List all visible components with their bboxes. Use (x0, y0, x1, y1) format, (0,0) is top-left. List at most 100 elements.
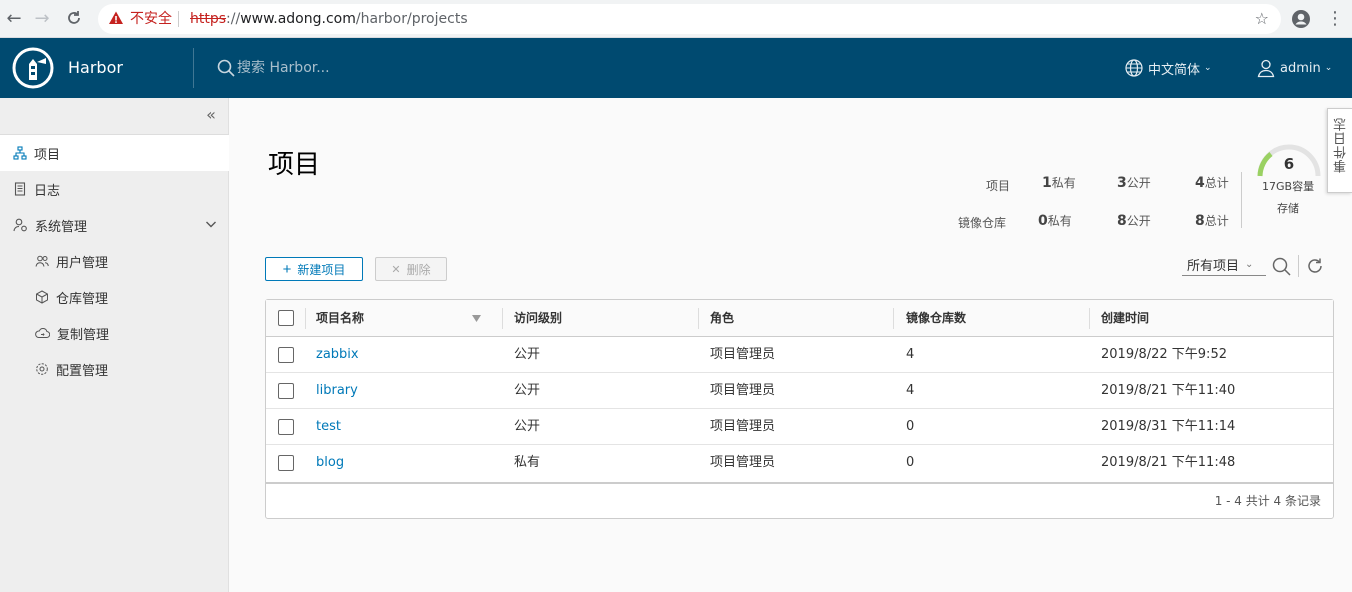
user-menu[interactable]: admin ⌄ (1256, 58, 1332, 78)
projects-table: 项目名称 访问级别 角色 镜像仓库数 创建时间 zabbix 公开 项目管理员 … (265, 299, 1334, 519)
column-header-created[interactable]: 创建时间 (1101, 300, 1149, 336)
sidebar-item-configuration[interactable]: 配置管理 (0, 351, 229, 387)
row-checkbox[interactable] (278, 347, 294, 363)
sidebar-item-admin[interactable]: 系统管理 (0, 207, 229, 243)
replication-icon (35, 327, 50, 338)
browser-toolbar: ← → 不安全 https://www.adong.com/harbor/pro… (0, 0, 1352, 38)
table-row: test 公开 项目管理员 0 2019/8/31 下午11:14 (266, 409, 1333, 445)
record-count: 1 - 4 共计 4 条记录 (1214, 494, 1321, 508)
delete-button[interactable]: ✕ 删除 (375, 257, 447, 281)
row-checkbox[interactable] (278, 383, 294, 399)
repo-count: 0 (906, 419, 915, 434)
language-selector[interactable]: 中文简体 ⌄ (1124, 58, 1212, 78)
stat-projects-label: 项目 (986, 179, 1011, 193)
users-icon (35, 255, 49, 267)
harbor-logo-icon[interactable] (12, 47, 54, 89)
role: 项目管理员 (710, 419, 776, 434)
language-label: 中文简体 (1148, 62, 1201, 78)
new-project-button[interactable]: + 新建项目 (265, 257, 363, 281)
project-name-link[interactable]: blog (316, 445, 344, 481)
storage-count: 6 (1283, 155, 1295, 173)
collapse-sidebar-icon[interactable]: « (202, 106, 220, 124)
sidebar-item-users[interactable]: 用户管理 (0, 243, 229, 279)
user-icon (1257, 59, 1275, 78)
browser-menu-icon[interactable]: ⋮ (1326, 8, 1344, 30)
filter-icon[interactable] (472, 315, 481, 323)
column-separator (893, 308, 894, 329)
chevron-down-icon[interactable] (205, 217, 217, 231)
role: 项目管理员 (710, 383, 776, 398)
creation-time: 2019/8/31 下午11:14 (1101, 419, 1236, 434)
sidebar-item-logs[interactable]: 日志 (0, 171, 229, 207)
sidebar-item-registries[interactable]: 仓库管理 (0, 279, 229, 315)
sidebar-item-label: 复制管理 (57, 327, 110, 343)
chevron-down-icon: ⌄ (1324, 63, 1333, 73)
project-name-link[interactable]: test (316, 409, 341, 445)
sidebar-item-label: 项目 (34, 147, 61, 163)
sidebar: « 项目 日志 系统管理 用户管理 仓库管理 复制管理 配置管理 (0, 98, 229, 592)
profile-avatar-icon[interactable] (1291, 9, 1311, 29)
creation-time: 2019/8/21 下午11:40 (1101, 383, 1236, 398)
table-row: blog 私有 项目管理员 0 2019/8/21 下午11:48 (266, 445, 1333, 481)
repo-count: 0 (906, 455, 915, 470)
insecure-label: 不安全 (130, 11, 172, 27)
column-header-role[interactable]: 角色 (710, 300, 734, 336)
reload-icon[interactable] (64, 9, 84, 29)
warning-icon (109, 11, 123, 24)
project-name-link[interactable]: library (316, 373, 358, 409)
sidebar-item-label: 仓库管理 (56, 291, 109, 307)
select-all-checkbox[interactable] (278, 310, 294, 326)
settings-icon (36, 363, 48, 375)
address-bar[interactable]: 不安全 https://www.adong.com/harbor/project… (98, 4, 1281, 34)
column-header-repo-count[interactable]: 镜像仓库数 (906, 300, 966, 336)
omnibox-separator (178, 11, 179, 27)
table-header: 项目名称 访问级别 角色 镜像仓库数 创建时间 (266, 300, 1333, 337)
column-separator (1089, 308, 1090, 329)
project-name-link[interactable]: zabbix (316, 337, 359, 373)
stat-repos-total: 8总计 (1195, 213, 1229, 229)
app-brand[interactable]: Harbor (68, 58, 123, 78)
column-header-access[interactable]: 访问级别 (514, 300, 562, 336)
search-icon (217, 59, 235, 77)
admin-icon (13, 218, 27, 232)
storage-label: 存储 (1277, 202, 1299, 215)
refresh-icon[interactable] (1305, 256, 1325, 276)
bookmark-star-icon[interactable]: ☆ (1255, 9, 1269, 28)
access-level: 公开 (514, 383, 541, 398)
stat-repos-public: 8公开 (1117, 213, 1151, 229)
row-checkbox[interactable] (278, 455, 294, 471)
creation-time: 2019/8/21 下午11:48 (1101, 455, 1236, 470)
table-row: library 公开 项目管理员 4 2019/8/21 下午11:40 (266, 373, 1333, 409)
global-search-input[interactable] (237, 56, 497, 80)
column-separator (502, 308, 503, 329)
header-divider (193, 48, 194, 88)
username-label: admin (1280, 60, 1321, 76)
sidebar-item-label: 用户管理 (56, 255, 109, 271)
toolbar-divider (1298, 255, 1299, 277)
project-filter-select[interactable]: 所有项目 ⌄ (1182, 254, 1266, 276)
back-arrow-icon[interactable]: ← (4, 9, 24, 29)
sidebar-item-replication[interactable]: 复制管理 (0, 315, 229, 351)
column-header-name[interactable]: 项目名称 (316, 300, 364, 336)
access-level: 公开 (514, 347, 541, 362)
close-icon: ✕ (391, 263, 401, 276)
registry-icon (36, 290, 48, 304)
forward-arrow-icon[interactable]: → (32, 9, 52, 29)
creation-time: 2019/8/22 下午9:52 (1101, 347, 1227, 362)
stat-repos-private: 0私有 (1038, 213, 1072, 229)
url-text: https://www.adong.com/harbor/projects (190, 11, 468, 27)
plus-icon: + (282, 260, 292, 278)
event-log-label: 事件日志 (1334, 117, 1349, 173)
sidebar-item-projects[interactable]: 项目 (0, 135, 229, 171)
event-log-tab[interactable]: 事件日志 (1327, 108, 1352, 193)
sidebar-item-label: 配置管理 (56, 363, 109, 379)
repo-count: 4 (906, 347, 915, 362)
globe-icon (1125, 59, 1143, 77)
row-checkbox[interactable] (278, 419, 294, 435)
search-icon[interactable] (1271, 256, 1293, 276)
column-separator (698, 308, 699, 329)
chevron-down-icon: ⌄ (1204, 63, 1212, 73)
logs-icon (14, 182, 26, 196)
access-level: 私有 (514, 455, 541, 470)
sidebar-item-label: 系统管理 (35, 219, 88, 235)
